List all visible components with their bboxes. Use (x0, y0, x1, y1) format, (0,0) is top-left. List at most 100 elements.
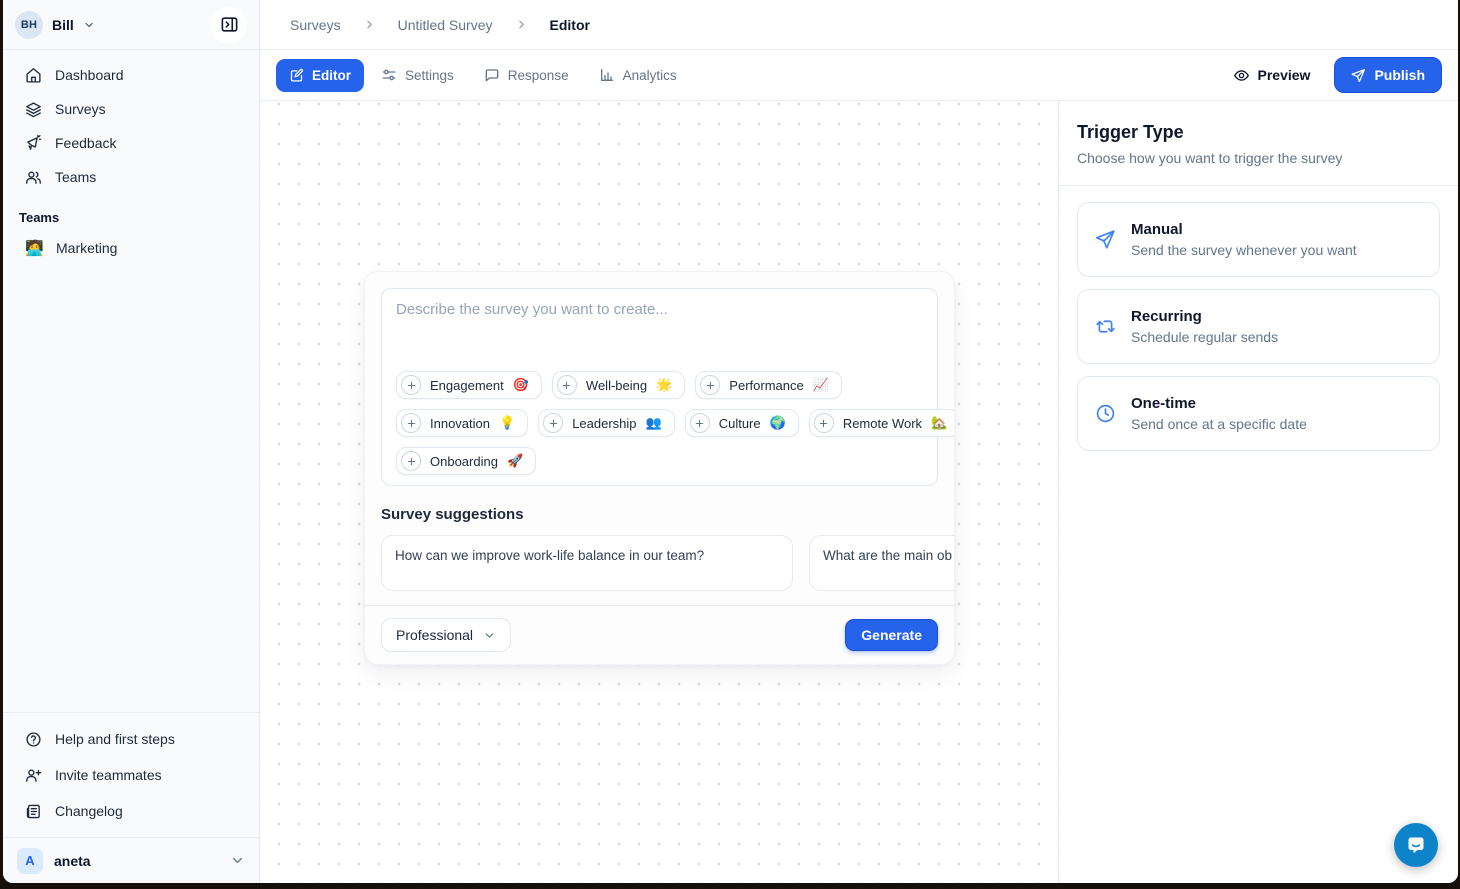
repeat-icon (1094, 316, 1116, 337)
globe-emoji-icon: 🌍 (770, 415, 786, 431)
home-icon (25, 67, 42, 84)
bar-chart-icon (599, 67, 615, 83)
trigger-option-manual[interactable]: Manual Send the survey whenever you want (1077, 202, 1440, 277)
suggestions-row: How can we improve work-life balance in … (365, 535, 954, 591)
workspace-switcher[interactable]: BH Bill (3, 0, 259, 50)
chevron-right-icon (363, 18, 376, 31)
trigger-panel-header: Trigger Type Choose how you want to trig… (1059, 101, 1458, 186)
survey-prompt-input[interactable] (396, 301, 923, 371)
sidebar-nav: Dashboard Surveys Feedback Teams (3, 50, 259, 194)
breadcrumb: Surveys Untitled Survey Editor (260, 0, 1458, 50)
sidebar: BH Bill Dashboard Surv (3, 0, 260, 883)
sidebar-item-dashboard[interactable]: Dashboard (15, 58, 247, 92)
plus-icon (700, 375, 720, 395)
topic-chip-culture[interactable]: Culture 🌍 (685, 409, 799, 437)
sidebar-item-invite[interactable]: Invite teammates (15, 757, 247, 793)
trigger-options: Manual Send the survey whenever you want… (1059, 186, 1458, 467)
sidebar-item-changelog[interactable]: Changelog (15, 793, 247, 829)
panel-title: Trigger Type (1077, 122, 1440, 143)
rocket-emoji-icon: 🚀 (507, 453, 523, 469)
editor-canvas[interactable]: Engagement 🎯 Well-being 🌟 (260, 101, 1058, 883)
publish-button[interactable]: Publish (1334, 57, 1442, 93)
topic-chip-onboarding[interactable]: Onboarding 🚀 (396, 447, 536, 475)
chevron-down-icon (83, 19, 95, 31)
breadcrumb-untitled-survey[interactable]: Untitled Survey (398, 17, 493, 33)
plus-icon (690, 413, 710, 433)
sidebar-item-label: Changelog (55, 803, 123, 819)
topic-chip-remote-work[interactable]: Remote Work 🏡 (809, 409, 955, 437)
sidebar-item-help[interactable]: Help and first steps (15, 721, 247, 757)
user-avatar: A (17, 848, 43, 874)
prompt-input-box: Engagement 🎯 Well-being 🌟 (381, 288, 938, 486)
workspace-name: Bill (52, 17, 74, 33)
panel-subtitle: Choose how you want to trigger the surve… (1077, 150, 1440, 166)
chart-up-emoji-icon: 📈 (813, 377, 829, 393)
topic-chip-innovation[interactable]: Innovation 💡 (396, 409, 528, 437)
tone-value: Professional (396, 627, 473, 643)
pencil-square-icon (289, 68, 304, 83)
sidebar-item-marketing[interactable]: 🧑‍💻 Marketing (15, 231, 247, 265)
suggestion-card[interactable]: How can we improve work-life balance in … (381, 535, 793, 591)
tab-label: Settings (405, 68, 454, 83)
sidebar-item-label: Invite teammates (55, 767, 162, 783)
topic-chip-leadership[interactable]: Leadership 👥 (538, 409, 675, 437)
main-area: Surveys Untitled Survey Editor Editor (260, 0, 1458, 883)
sidebar-item-label: Feedback (55, 135, 116, 151)
plus-icon (401, 451, 421, 471)
trigger-type-panel: Trigger Type Choose how you want to trig… (1058, 101, 1458, 883)
trigger-option-title: Recurring (1131, 308, 1278, 325)
tab-label: Editor (312, 68, 351, 83)
chevron-down-icon (230, 853, 245, 868)
trigger-option-recurring[interactable]: Recurring Schedule regular sends (1077, 289, 1440, 364)
tab-analytics[interactable]: Analytics (586, 58, 690, 92)
plus-icon (814, 413, 834, 433)
topic-chip-engagement[interactable]: Engagement 🎯 (396, 371, 542, 399)
trigger-option-title: Manual (1131, 221, 1357, 238)
toolbar-actions: Preview Publish (1223, 57, 1443, 93)
sidebar-item-feedback[interactable]: Feedback (15, 126, 247, 160)
tab-editor[interactable]: Editor (276, 59, 364, 92)
sidebar-collapse-button[interactable] (211, 7, 247, 43)
editor-toolbar: Editor Settings Response Analytics (260, 50, 1458, 101)
layers-icon (25, 101, 42, 118)
chat-launcher-button[interactable] (1394, 823, 1438, 867)
trigger-option-text: Manual Send the survey whenever you want (1131, 221, 1357, 258)
user-menu[interactable]: A aneta (3, 837, 259, 883)
breadcrumb-editor: Editor (550, 17, 590, 33)
trigger-option-description: Send the survey whenever you want (1131, 242, 1357, 258)
suggestions-heading: Survey suggestions (381, 506, 938, 523)
preview-button[interactable]: Preview (1223, 59, 1321, 92)
trigger-option-description: Send once at a specific date (1131, 416, 1307, 432)
generate-button[interactable]: Generate (845, 619, 938, 651)
help-circle-icon (25, 731, 42, 748)
plus-icon (557, 375, 577, 395)
users-icon (25, 169, 42, 186)
topic-chips: Engagement 🎯 Well-being 🌟 (396, 371, 923, 475)
bulb-emoji-icon: 💡 (499, 415, 515, 431)
dart-emoji-icon: 🎯 (513, 377, 529, 393)
clock-icon (1094, 403, 1116, 424)
panel-collapse-icon (220, 15, 239, 34)
publish-label: Publish (1374, 67, 1425, 83)
tab-response[interactable]: Response (471, 58, 582, 92)
preview-label: Preview (1258, 67, 1311, 83)
tab-settings[interactable]: Settings (368, 58, 467, 92)
topic-chip-wellbeing[interactable]: Well-being 🌟 (552, 371, 685, 399)
app-window: BH Bill Dashboard Surv (3, 0, 1458, 883)
tone-select[interactable]: Professional (381, 618, 511, 652)
sidebar-item-surveys[interactable]: Surveys (15, 92, 247, 126)
trigger-option-text: One-time Send once at a specific date (1131, 395, 1307, 432)
sidebar-item-label: Teams (55, 169, 96, 185)
plus-icon (401, 413, 421, 433)
topic-chip-performance[interactable]: Performance 📈 (695, 371, 842, 399)
chevron-right-icon (515, 18, 528, 31)
suggestion-card[interactable]: What are the main ob (809, 535, 954, 591)
plus-icon (401, 375, 421, 395)
tab-label: Response (508, 68, 569, 83)
sidebar-item-teams[interactable]: Teams (15, 160, 247, 194)
trigger-option-description: Schedule regular sends (1131, 329, 1278, 345)
breadcrumb-surveys[interactable]: Surveys (290, 17, 341, 33)
user-plus-icon (25, 767, 42, 784)
star-emoji-icon: 🌟 (656, 377, 672, 393)
trigger-option-one-time[interactable]: One-time Send once at a specific date (1077, 376, 1440, 451)
